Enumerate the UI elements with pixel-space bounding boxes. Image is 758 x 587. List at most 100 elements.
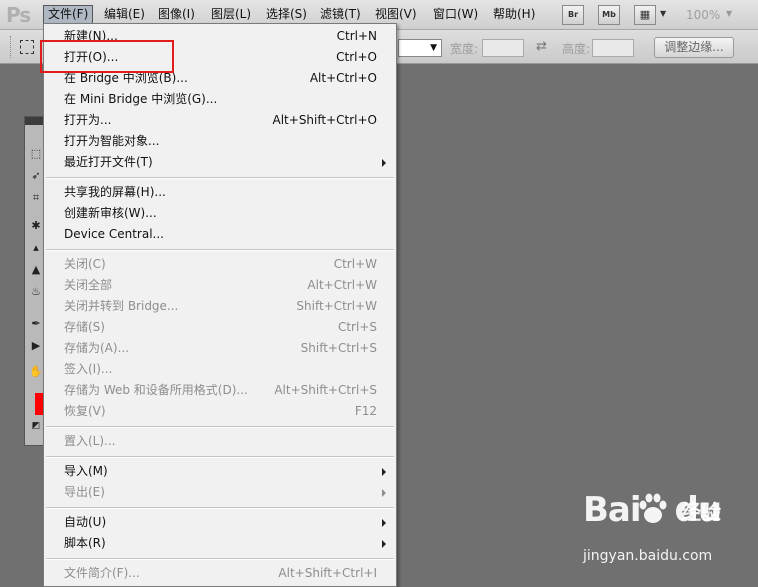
brush-tool-icon[interactable]: ♨ (29, 285, 43, 299)
menu-item-label: 打开(O)... (64, 50, 119, 64)
crop-tool-icon[interactable]: ⌗ (29, 191, 43, 205)
menu-item-shortcut: Ctrl+S (337, 320, 377, 334)
file-menu-item[interactable]: 关闭(C) Ctrl+W (44, 254, 396, 275)
menu-item-label: 签入(I)... (64, 362, 113, 376)
file-menu-item[interactable]: 签入(I)... (44, 359, 396, 380)
menu-item-label: 脚本(R) (64, 536, 106, 550)
menu-item-label: 导入(M) (64, 464, 108, 478)
marquee-tool-icon[interactable]: ⬚ (29, 147, 43, 161)
file-menu-item[interactable]: 打开为... Alt+Shift+Ctrl+O (44, 110, 396, 131)
menu-file[interactable]: 文件(F) (43, 5, 94, 24)
menu-help[interactable]: 帮助(H) (489, 5, 539, 24)
menu-separator (46, 456, 394, 458)
bridge-button[interactable]: Br (562, 5, 584, 25)
path-select-tool-icon[interactable]: ▶ (29, 339, 43, 353)
view-extras-dropdown-icon[interactable]: ▼ (660, 9, 666, 18)
view-extras-icon[interactable]: ▦ (634, 5, 656, 25)
zoom-level[interactable]: 100% (686, 8, 720, 22)
submenu-arrow-icon (382, 489, 386, 497)
eraser-tool-icon[interactable]: ▲ (29, 263, 43, 277)
menu-item-label: 导出(E) (64, 485, 105, 499)
file-menu-item[interactable]: 创建新审核(W)... (44, 203, 396, 224)
submenu-arrow-icon (382, 159, 386, 167)
file-menu-item[interactable]: 共享我的屏幕(H)... (44, 182, 396, 203)
menu-item-shortcut: Ctrl+N (336, 29, 377, 43)
healing-tool-icon[interactable]: ✱ (29, 219, 43, 233)
menu-item-label: 关闭全部 (64, 278, 113, 292)
menu-layer[interactable]: 图层(L) (207, 5, 255, 24)
file-menu-item[interactable]: 导出(E) (44, 482, 396, 503)
file-menu-item[interactable]: 打开为智能对象... (44, 131, 396, 152)
menu-item-label: Device Central... (64, 227, 164, 241)
menu-separator (46, 507, 394, 509)
menu-separator (46, 558, 394, 560)
file-menu-item[interactable]: 文件简介(F)... Alt+Shift+Ctrl+I (44, 563, 396, 584)
menu-item-label: 恢复(V) (64, 404, 106, 418)
file-menu-item[interactable]: 新建(N)... Ctrl+N (44, 26, 396, 47)
menu-item-shortcut: Alt+Shift+Ctrl+O (272, 113, 377, 127)
pen-tool-icon[interactable]: ✒ (29, 317, 43, 331)
menu-item-label: 存储为(A)... (64, 341, 130, 355)
file-menu-item[interactable]: Device Central... (44, 224, 396, 245)
hand-tool-icon[interactable]: ✋ (29, 365, 43, 379)
menu-view[interactable]: 视图(V) (371, 5, 421, 24)
menu-item-shortcut: Shift+Ctrl+S (300, 341, 377, 355)
style-select[interactable]: ▼ (398, 39, 442, 57)
options-bar-grip (10, 36, 14, 58)
height-field[interactable] (592, 39, 634, 57)
menu-item-label: 最近打开文件(T) (64, 155, 153, 169)
lasso-tool-icon[interactable]: ➶ (29, 169, 43, 183)
file-menu-item[interactable]: 导入(M) (44, 461, 396, 482)
menu-item-shortcut: Ctrl+O (336, 50, 377, 64)
file-menu-item[interactable]: 关闭全部 Alt+Ctrl+W (44, 275, 396, 296)
file-menu-item[interactable]: 关闭并转到 Bridge... Shift+Ctrl+W (44, 296, 396, 317)
width-field[interactable] (482, 39, 524, 57)
menu-item-shortcut: F12 (354, 404, 377, 418)
width-label: 宽度: (450, 42, 479, 56)
file-menu-item[interactable]: 在 Mini Bridge 中浏览(G)... (44, 89, 396, 110)
file-menu-item[interactable]: 置入(L)... (44, 431, 396, 452)
paw-icon (639, 493, 667, 523)
menu-item-shortcut: Alt+Ctrl+W (307, 278, 377, 292)
file-menu-item[interactable]: 存储(S) Ctrl+S (44, 317, 396, 338)
menu-item-label: 在 Bridge 中浏览(B)... (64, 71, 188, 85)
file-menu-item[interactable]: 脚本(R) (44, 533, 396, 554)
stamp-tool-icon[interactable]: ▴ (29, 241, 43, 255)
menu-item-shortcut: Ctrl+W (333, 257, 377, 271)
menu-item-label: 打开为... (64, 113, 112, 127)
zoom-dropdown-icon[interactable]: ▼ (726, 9, 732, 18)
file-menu-item[interactable]: 自动(U) (44, 512, 396, 533)
menu-item-shortcut: Shift+Ctrl+W (296, 299, 377, 313)
file-menu-item[interactable]: 存储为 Web 和设备所用格式(D)... Alt+Shift+Ctrl+S (44, 380, 396, 401)
mini-bridge-button[interactable]: Mb (598, 5, 620, 25)
menu-separator (46, 177, 394, 179)
menu-item-label: 共享我的屏幕(H)... (64, 185, 166, 199)
menu-item-label: 存储(S) (64, 320, 105, 334)
menu-edit[interactable]: 编辑(E) (100, 5, 149, 24)
watermark-text: 经验 (681, 500, 721, 524)
menu-separator (46, 426, 394, 428)
default-colors-icon[interactable]: ◩ (29, 419, 43, 433)
menu-window[interactable]: 窗口(W) (429, 5, 482, 24)
tools-panel-titlebar[interactable] (25, 117, 45, 125)
swap-icon[interactable]: ⇄ (536, 39, 547, 54)
watermark-url: jingyan.baidu.com (583, 548, 713, 564)
rect-marquee-icon[interactable] (20, 40, 34, 54)
menu-item-label: 存储为 Web 和设备所用格式(D)... (64, 383, 248, 397)
menu-image[interactable]: 图像(I) (154, 5, 199, 24)
menu-select[interactable]: 选择(S) (262, 5, 311, 24)
file-menu-item[interactable]: 打开(O)... Ctrl+O (44, 47, 396, 68)
file-menu-item[interactable]: 在 Bridge 中浏览(B)... Alt+Ctrl+O (44, 68, 396, 89)
file-menu-item[interactable]: 最近打开文件(T) (44, 152, 396, 173)
menu-item-label: 关闭并转到 Bridge... (64, 299, 179, 313)
menu-item-label: 关闭(C) (64, 257, 106, 271)
file-menu-item[interactable]: 存储为(A)... Shift+Ctrl+S (44, 338, 396, 359)
baidu-watermark: Bai du 经验 jingyan.baidu.com (583, 490, 723, 575)
menu-filter[interactable]: 滤镜(T) (316, 5, 365, 24)
app-logo: Ps (6, 3, 31, 27)
refine-edge-button[interactable]: 调整边缘... (654, 37, 734, 58)
file-menu-item[interactable]: 恢复(V) F12 (44, 401, 396, 422)
menu-item-shortcut: Alt+Ctrl+O (309, 71, 377, 85)
menu-item-shortcut: Alt+Shift+Ctrl+S (274, 383, 377, 397)
chevron-down-icon: ▼ (430, 43, 437, 53)
